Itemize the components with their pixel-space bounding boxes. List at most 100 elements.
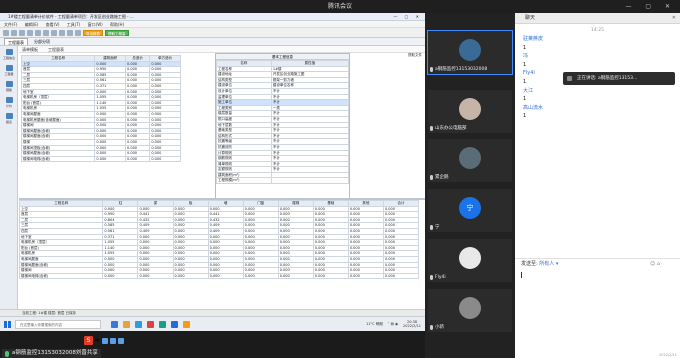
table-row[interactable]: 楼梯间屋面(含坡) 0.000 0.000 0.000 [20, 127, 181, 135]
chart-icon[interactable] [67, 29, 73, 36]
content-tab-quantity[interactable]: 工程量表 [48, 46, 64, 52]
table-icon[interactable] [59, 29, 65, 36]
redo-icon[interactable] [43, 29, 49, 36]
windows-start-button[interactable] [0, 317, 15, 332]
windows-logo-icon [4, 320, 11, 328]
taskbar-clock[interactable]: 20:38 2022/2/11 [403, 320, 421, 328]
mic-active-icon [5, 350, 9, 357]
participant-name: 累企鹅 [435, 175, 449, 180]
calculator-icon[interactable] [51, 29, 57, 36]
speaker-icon [567, 76, 572, 81]
recipient-value: 所有人 [539, 261, 555, 267]
table-row[interactable]: 电梯机房屋面(含坡屋面) 0.000 0.000 0.000 [20, 116, 181, 124]
mic-icon [430, 125, 433, 131]
building-summary-table: 工程名称 建筑面积 总造价 单方造价 上空 0.000 0.000 0.000 首层 0.950… [20, 55, 181, 163]
app-icon[interactable] [183, 320, 190, 328]
table-row[interactable]: 楼梯间屋面(含坡) 0.000 0.000 0.000 [20, 133, 181, 140]
tab-items[interactable]: 分部分项 [34, 38, 50, 45]
app-titlebar: 1#楼工程量清单计价软件 - 工程量清单项目：开发区创业路施工图 - ... —… [0, 13, 425, 21]
main-content: 清单模板 工程量表 提取文件 工程名称 建筑面积 总造价 单方造价 上空 0.000 0.… [18, 46, 425, 316]
system-tray: 11°C 晴朗 ˄ ▤ ◉ 20:38 2022/2/11 [366, 320, 425, 328]
table-cell: 0.000 [312, 272, 349, 280]
recipient-select[interactable]: 所有人 ▾ [539, 261, 558, 267]
participant-label: 宁 [430, 224, 440, 230]
app-statusbar: 当前工程: 1#楼 楼层: 首层 已保存 [0, 309, 425, 316]
participant-tile[interactable]: 累企鹅 [428, 139, 512, 182]
open-icon[interactable] [11, 29, 17, 36]
app-icon[interactable] [159, 320, 166, 328]
table-row[interactable]: 楼梯间顶板(含坡) 0.000 0.000 0.000 [20, 144, 181, 152]
chat-message: 1 [523, 113, 527, 120]
avatar [459, 39, 481, 62]
sogou-ime-icon[interactable]: S [84, 336, 93, 345]
table-cell: 楼梯间电梯(含坡) [20, 155, 96, 163]
nav-label: 工程量 [4, 71, 14, 76]
file-explorer-icon[interactable] [123, 320, 130, 328]
menu-window[interactable]: 窗口(W) [88, 22, 103, 27]
edge-browser-icon[interactable] [135, 320, 142, 328]
nav-item-pricing[interactable]: 计价 [0, 94, 18, 110]
app-icon[interactable] [147, 320, 154, 328]
table-cell: 0.000 [347, 272, 384, 280]
new-icon[interactable] [3, 29, 9, 36]
app-tabs: 工程量表 分部分项 [0, 38, 425, 46]
layer-icon[interactable] [75, 29, 81, 36]
app-window-controls[interactable]: — ▢ ✕ [393, 13, 422, 21]
window-controls[interactable]: — ▢ ✕ [625, 0, 676, 13]
participant-label: 山东办公电脑部 [430, 125, 467, 131]
participant-tile[interactable]: a钢筋监控13153032008 [427, 30, 513, 75]
report-icon [5, 112, 13, 119]
mic-icon [430, 174, 433, 180]
taskbar-search-input[interactable]: 在这里输入你要搜索的内容 [15, 319, 101, 329]
ruler-icon [5, 64, 13, 71]
weather-widget[interactable]: 11°C 晴朗 [366, 322, 383, 327]
chat-input[interactable] [515, 268, 680, 346]
table-row[interactable]: 楼梯间电梯(含坡) 0.000 0.000 0.000 [20, 155, 181, 163]
save-icon[interactable] [19, 29, 25, 36]
info-icon [5, 48, 13, 55]
table-row[interactable]: 电梯机房（顶层） 1.055 0.000 0.000 [20, 94, 181, 101]
menu-tools[interactable]: 工具(T) [67, 22, 81, 27]
table-row[interactable]: 工程规模(m²) [216, 177, 350, 185]
meeting-app-icon[interactable] [171, 320, 178, 328]
participant-name: Fly4i [435, 275, 446, 280]
table-row[interactable]: 楼梯间屋面(含坡) 0.000 0.000 0.000 [20, 150, 181, 157]
nav-item-report[interactable]: 报表 [0, 110, 18, 126]
ime-toolbar[interactable]: S 中 [84, 336, 124, 345]
close-icon[interactable]: ✕ [672, 13, 676, 24]
ime-tool-icon[interactable] [117, 337, 124, 344]
participant-tile[interactable]: 山东办公电脑部 [428, 90, 512, 133]
menu-edit[interactable]: 编辑(E) [25, 22, 39, 27]
extract-file-link[interactable]: 提取文件 [408, 53, 422, 58]
ime-mode[interactable]: 中 [95, 338, 100, 344]
participant-tile[interactable]: Fly4i [428, 239, 512, 282]
print-icon[interactable] [27, 29, 33, 36]
table-cell: 0.000 [382, 272, 420, 280]
content-tabs: 清单模板 工程量表 [19, 46, 425, 53]
tray-icons[interactable]: ˄ ▤ ◉ [388, 322, 398, 326]
nav-item-project-info[interactable]: 工程信息 [0, 46, 18, 62]
table-row[interactable]: 楼梯间电梯(含坡) 0.000 0.000 0.000 0.000 0.000 0.000 0… [18, 272, 420, 280]
participant-tile[interactable]: 小新 [428, 289, 512, 332]
menu-file[interactable]: 文件(F) [4, 22, 17, 27]
ime-tool-icon[interactable] [109, 337, 116, 344]
meeting-window: 腾讯会议 — ▢ ✕ 1#楼工程量清单计价软件 - 工程量清单项目：开发区创业路… [0, 0, 680, 358]
nav-item-quantity[interactable]: 工程量 [0, 62, 18, 78]
content-tab-template[interactable]: 清单模板 [22, 46, 38, 52]
menu-help[interactable]: 帮助(H) [110, 22, 124, 27]
shared-screen: 1#楼工程量清单计价软件 - 工程量清单项目：开发区创业路施工图 - ... —… [0, 13, 425, 331]
ime-tool-icon[interactable] [101, 337, 108, 344]
app-menubar: 文件(F) 编辑(E) 查看(V) 工具(T) 窗口(W) 帮助(H) [0, 21, 425, 28]
mic-icon [430, 324, 433, 330]
extract-quantity-button[interactable]: 提取工程量 [105, 29, 129, 36]
export-report-button[interactable]: 导出报表 [83, 29, 103, 36]
avatar [459, 98, 481, 121]
participant-label: 累企鹅 [430, 174, 449, 180]
menu-view[interactable]: 查看(V) [46, 22, 60, 27]
tab-quantity[interactable]: 工程量表 [4, 38, 28, 45]
avatar [459, 147, 481, 170]
participant-tile[interactable]: 宁 宁 [428, 189, 512, 232]
nav-item-rebar[interactable]: 钢筋 [0, 78, 18, 94]
task-view-icon[interactable] [111, 320, 118, 328]
undo-icon[interactable] [35, 29, 41, 36]
